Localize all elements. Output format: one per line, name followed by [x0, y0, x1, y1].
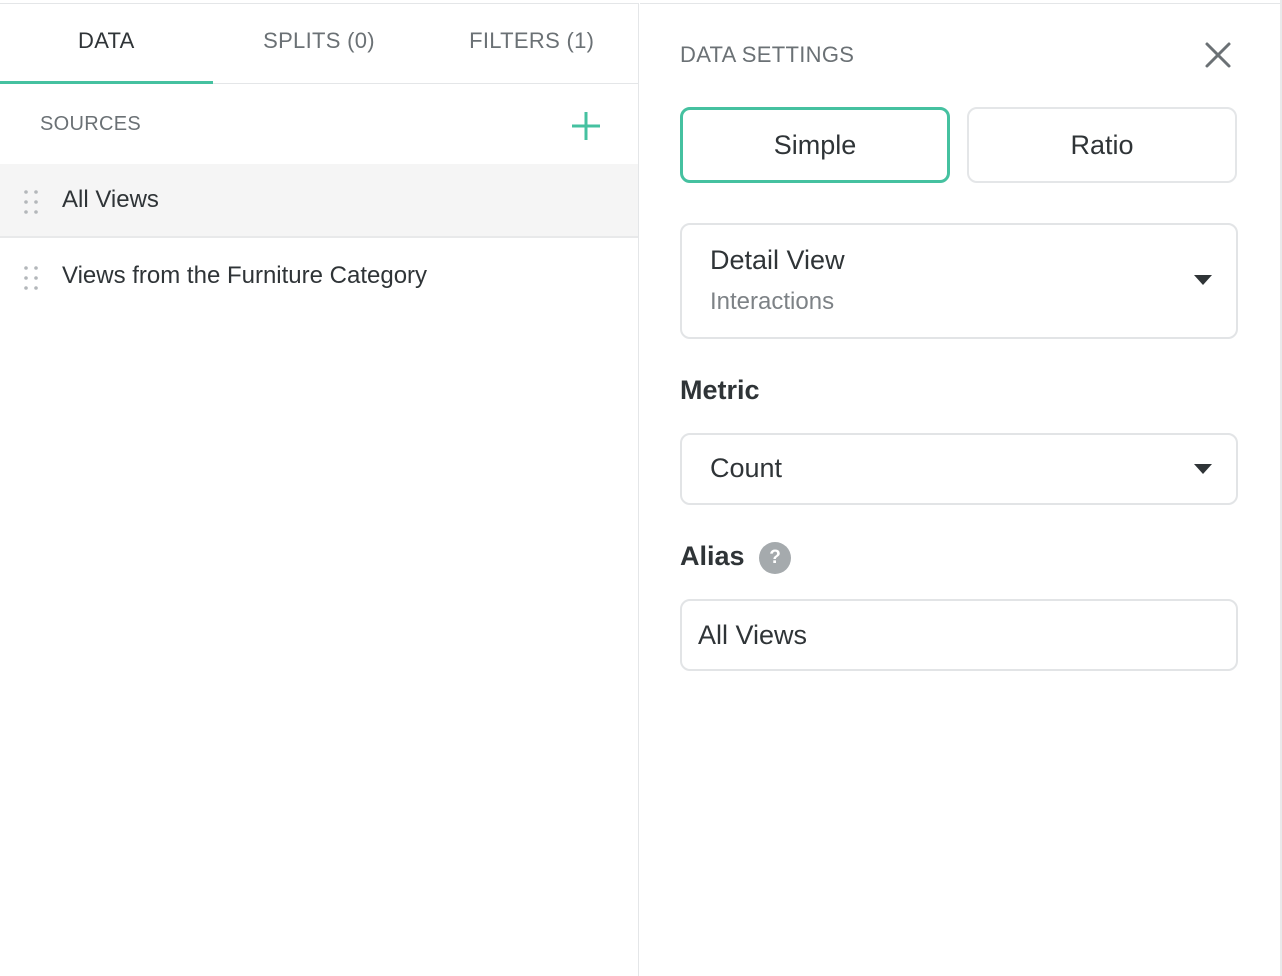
alias-input[interactable]: [680, 599, 1238, 671]
data-panel-page: DATA SPLITS (0) FILTERS (1) SOURCES All …: [0, 0, 1282, 976]
alias-label: Alias: [680, 541, 745, 571]
question-icon[interactable]: ?: [759, 542, 791, 574]
drag-handle-icon[interactable]: [23, 188, 39, 216]
drag-handle-icon[interactable]: [23, 264, 39, 292]
data-settings-panel: DATA SETTINGS Simple Ratio Detail View I…: [640, 3, 1280, 976]
left-panel: DATA SPLITS (0) FILTERS (1) SOURCES All …: [0, 3, 639, 976]
metric-label: Metric: [680, 375, 760, 405]
close-button[interactable]: [1203, 40, 1233, 70]
metric-dropdown-value: Count: [710, 453, 783, 483]
source-dropdown-value: Detail View: [710, 245, 845, 275]
add-source-button[interactable]: [566, 106, 606, 146]
tab-data[interactable]: DATA: [0, 4, 213, 84]
tab-splits[interactable]: SPLITS (0): [213, 4, 426, 84]
source-item-label: All Views: [62, 186, 159, 213]
tab-bar: DATA SPLITS (0) FILTERS (1): [0, 4, 638, 84]
metric-dropdown[interactable]: Count: [680, 433, 1238, 505]
panel-title: DATA SETTINGS: [680, 42, 855, 67]
source-item-all-views[interactable]: All Views: [0, 164, 638, 238]
caret-down-icon: [1194, 464, 1212, 474]
ratio-mode-button[interactable]: Ratio: [967, 107, 1237, 183]
plus-icon: [572, 112, 600, 140]
source-dropdown[interactable]: Detail View Interactions: [680, 223, 1238, 339]
help-glyph: ?: [769, 547, 781, 568]
source-item-label: Views from the Furniture Category: [62, 262, 428, 289]
source-item-furniture[interactable]: Views from the Furniture Category: [0, 238, 638, 312]
tab-filters[interactable]: FILTERS (1): [425, 4, 638, 84]
source-dropdown-subtitle: Interactions: [710, 288, 835, 315]
sources-label: SOURCES: [40, 113, 142, 135]
simple-mode-button[interactable]: Simple: [680, 107, 950, 183]
caret-down-icon: [1194, 275, 1212, 285]
sources-header: SOURCES: [0, 84, 638, 164]
close-icon: [1205, 42, 1231, 68]
